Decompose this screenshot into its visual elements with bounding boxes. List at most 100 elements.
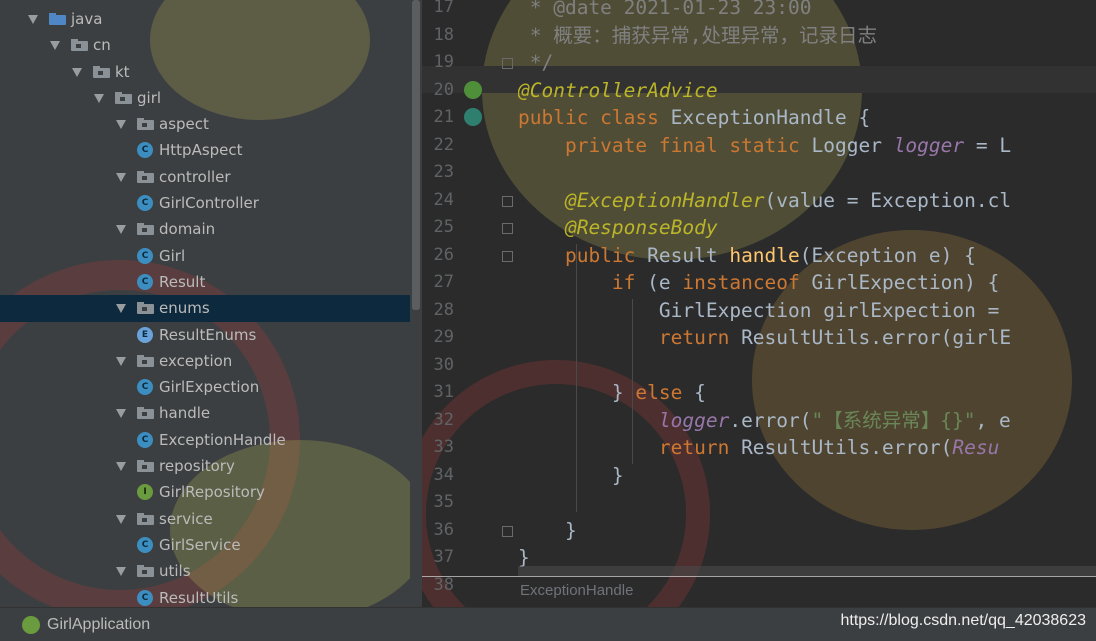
- expand-arrow-icon[interactable]: [116, 514, 126, 524]
- tree-item[interactable]: C GirlExpection: [0, 374, 422, 400]
- fold-marker-icon[interactable]: [502, 58, 513, 69]
- line-number: 18: [433, 24, 454, 45]
- tree-item[interactable]: handle: [0, 400, 422, 426]
- editor-horizontal-scrollbar[interactable]: [518, 566, 1096, 576]
- tree-item[interactable]: java: [0, 6, 422, 32]
- tree-item[interactable]: C GirlController: [0, 190, 422, 216]
- class-icon: C: [137, 379, 153, 396]
- code-line[interactable]: * 概要：捕获异常,处理异常，记录日志: [518, 22, 877, 49]
- tree-item[interactable]: C GirlService: [0, 532, 422, 558]
- line-number: 32: [433, 409, 454, 430]
- tree-item[interactable]: I GirlRepository: [0, 479, 422, 505]
- line-number: 22: [433, 134, 454, 155]
- code-line[interactable]: @ControllerAdvice: [518, 77, 718, 104]
- tree-item-label: utils: [159, 562, 191, 581]
- code-token: }: [518, 518, 577, 542]
- package-icon: [137, 512, 154, 525]
- tree-item-label: cn: [93, 36, 111, 55]
- fold-marker-icon[interactable]: [502, 525, 513, 537]
- code-token: ResultUtils.error(girlE: [741, 326, 1012, 349]
- code-line[interactable]: return ResultUtils.error(girlE: [518, 324, 1011, 351]
- fold-marker-icon[interactable]: [502, 250, 513, 262]
- tree-item-label: controller: [159, 167, 231, 186]
- expand-arrow-icon[interactable]: [28, 15, 38, 24]
- tree-item[interactable]: controller: [0, 164, 422, 190]
- expand-arrow-icon[interactable]: [94, 93, 104, 103]
- tree-item-label: handle: [159, 404, 211, 423]
- code-line[interactable]: }: [518, 517, 577, 544]
- tree-item[interactable]: cn: [0, 32, 422, 58]
- code-token: logger: [658, 408, 730, 432]
- expand-arrow-icon[interactable]: [116, 172, 126, 182]
- package-icon: [137, 118, 154, 131]
- line-number: 37: [433, 547, 454, 567]
- code-line[interactable]: } else {: [518, 379, 706, 406]
- expand-arrow-icon[interactable]: [116, 409, 126, 419]
- tree-item[interactable]: girl: [0, 85, 422, 111]
- tree-item[interactable]: C Girl: [0, 243, 422, 269]
- code-line[interactable]: @ResponseBody: [518, 214, 718, 241]
- watermark: https://blog.csdn.net/qq_42038623: [840, 612, 1086, 629]
- panel-scrollbar[interactable]: [410, 0, 422, 607]
- expand-arrow-icon[interactable]: [116, 120, 126, 130]
- code-line[interactable]: @ExceptionHandler(value = Exception.cl: [518, 187, 1011, 214]
- tree-item[interactable]: aspect: [0, 111, 422, 137]
- expand-arrow-icon[interactable]: [116, 567, 126, 577]
- code-token: (Exception e) {: [799, 243, 976, 267]
- tree-item[interactable]: domain: [0, 216, 422, 242]
- tree-item[interactable]: C Result: [0, 269, 422, 295]
- code-token: if: [518, 271, 648, 294]
- tree-item[interactable]: enums: [0, 295, 422, 322]
- expand-arrow-icon[interactable]: [116, 225, 126, 235]
- expand-arrow-icon[interactable]: [116, 356, 126, 366]
- tree-item[interactable]: C ExceptionHandle: [0, 427, 422, 453]
- scrollbar-thumb[interactable]: [412, 0, 420, 310]
- code-line[interactable]: if (e instanceof GirlExpection) {: [518, 269, 999, 296]
- code-line[interactable]: public class ExceptionHandle {: [518, 104, 870, 131]
- code-line[interactable]: return ResultUtils.error(Resu: [518, 434, 999, 461]
- class-icon: C: [137, 536, 153, 553]
- tree-item[interactable]: C HttpAspect: [0, 137, 422, 163]
- tree-item[interactable]: service: [0, 506, 422, 532]
- code-token: {: [694, 381, 706, 404]
- expand-arrow-icon[interactable]: [50, 41, 60, 51]
- code-token: GirlExpection girlExpection =: [518, 298, 1012, 322]
- code-token: ExceptionHandle: [670, 106, 859, 129]
- tree-item[interactable]: kt: [0, 59, 422, 85]
- tree-item[interactable]: repository: [0, 453, 422, 479]
- bean-class-icon[interactable]: [464, 108, 482, 126]
- fold-marker-icon[interactable]: [502, 223, 513, 234]
- code-token: * 概要：捕获异常,处理异常，记录日志: [518, 23, 877, 47]
- code-line[interactable]: logger.error("【系统异常】{}", e: [518, 407, 1011, 434]
- code-line[interactable]: */: [518, 49, 554, 76]
- run-config-label: GirlApplication: [47, 616, 151, 633]
- tree-item-label: GirlController: [159, 194, 259, 213]
- breadcrumb[interactable]: ExceptionHandle: [520, 582, 633, 599]
- code-token: handle: [729, 243, 800, 267]
- expand-arrow-icon[interactable]: [72, 67, 82, 77]
- code-line[interactable]: private final static Logger logger = L: [518, 132, 1011, 159]
- line-number: 27: [433, 272, 454, 292]
- code-token: (value = Exception.cl: [764, 188, 1012, 212]
- line-number: 29: [433, 327, 454, 347]
- tree-item[interactable]: E ResultEnums: [0, 322, 422, 348]
- expand-arrow-icon[interactable]: [116, 462, 126, 472]
- tree-item-label: aspect: [159, 115, 209, 134]
- code-line[interactable]: GirlExpection girlExpection =: [518, 297, 1011, 324]
- line-number: 33: [433, 437, 454, 457]
- package-icon: [137, 223, 154, 236]
- code-line[interactable]: * @date 2021-01-23 23:00: [518, 0, 812, 21]
- code-line[interactable]: public Result handle(Exception e) {: [518, 242, 976, 269]
- code-editor[interactable]: * @date 2021-01-23 23:00 * 概要：捕获异常,处理异常，…: [518, 0, 1096, 577]
- line-number: 34: [433, 464, 454, 485]
- tree-item[interactable]: utils: [0, 558, 422, 584]
- package-icon: [137, 407, 154, 420]
- project-tree: java cn kt girl aspect C HttpAspect controller C…: [0, 6, 422, 611]
- bean-check-icon[interactable]: [464, 80, 482, 99]
- package-icon: [115, 91, 132, 104]
- tree-item[interactable]: exception: [0, 348, 422, 374]
- fold-marker-icon[interactable]: [502, 195, 513, 207]
- code-line[interactable]: }: [518, 462, 624, 489]
- expand-arrow-icon[interactable]: [116, 304, 126, 314]
